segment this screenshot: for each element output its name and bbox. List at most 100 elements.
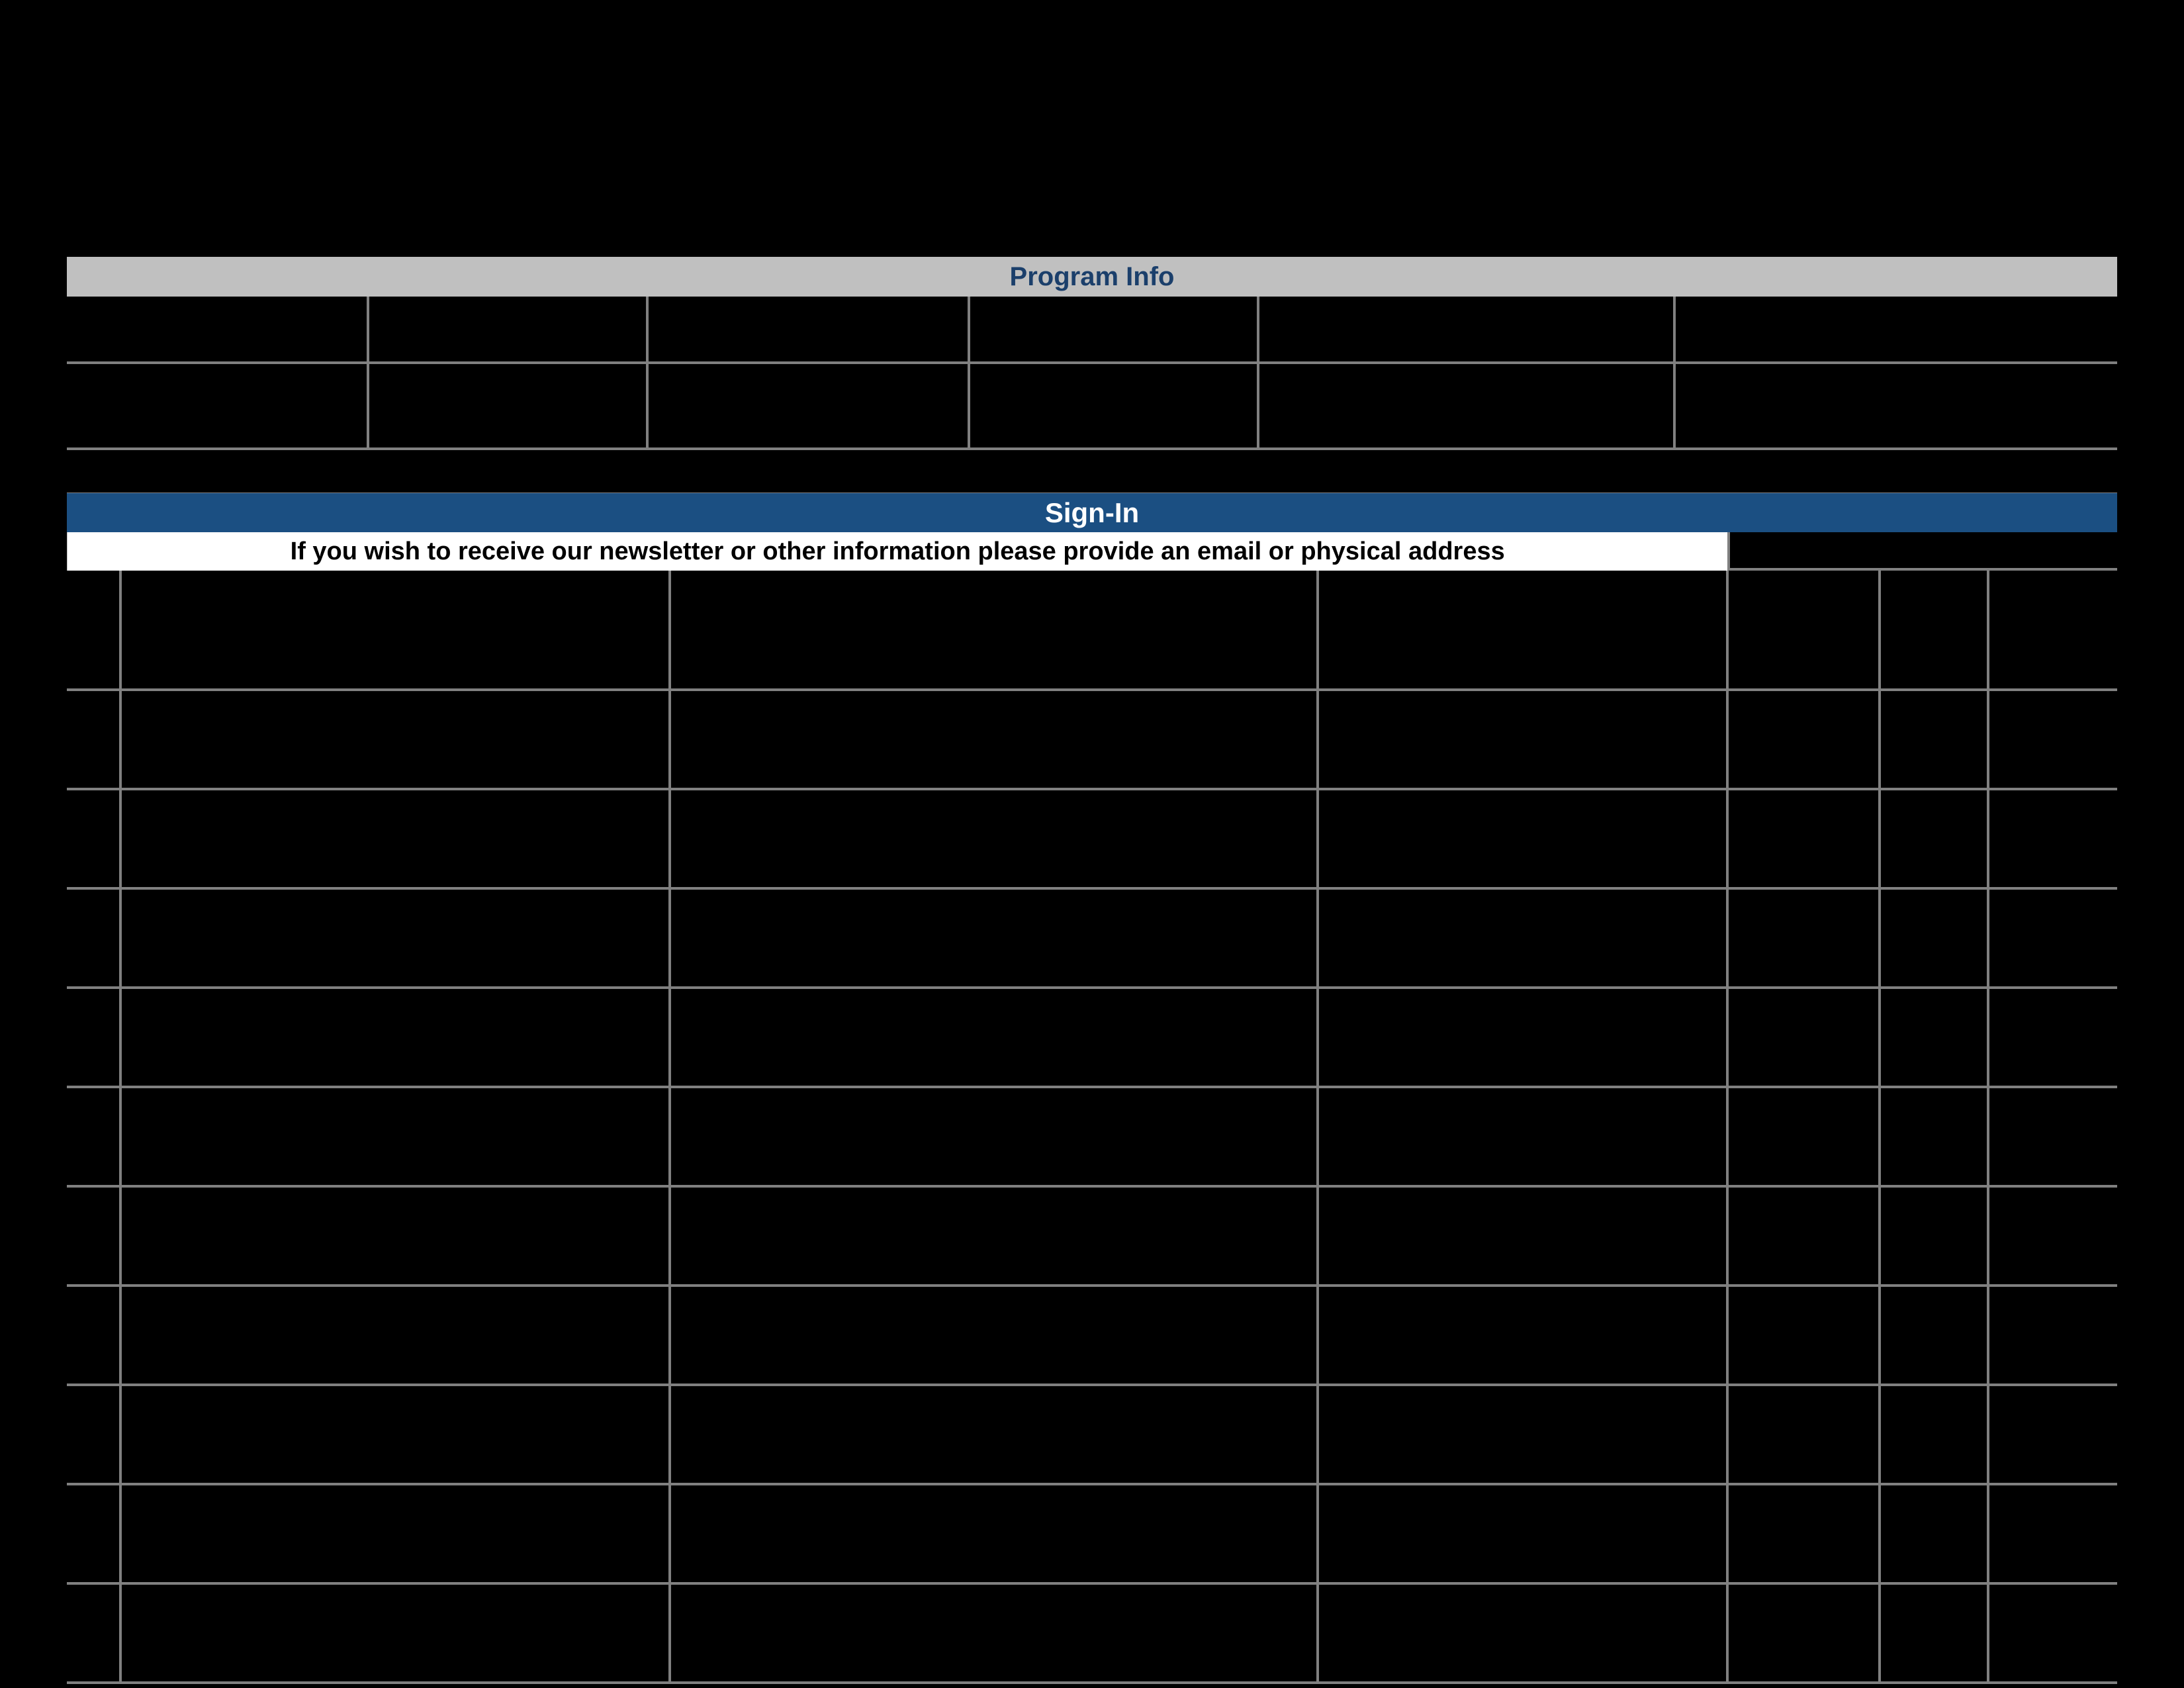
sign-in-cell[interactable] [670, 888, 1318, 988]
sign-in-cell[interactable] [670, 1385, 1318, 1484]
sign-in-cell[interactable] [120, 789, 670, 888]
sign-in-cell[interactable] [670, 690, 1318, 789]
sign-in-cell[interactable] [1727, 1286, 1879, 1385]
newsletter-note-text: If you wish to receive our newsletter or… [291, 538, 1505, 566]
sign-in-cell[interactable] [1727, 888, 1879, 988]
sign-in-cell[interactable] [1318, 888, 1728, 988]
sign-in-cell[interactable] [1880, 1087, 1988, 1186]
sign-in-cell[interactable] [1880, 988, 1988, 1087]
sign-in-cell[interactable] [1880, 1583, 1988, 1683]
newsletter-note: If you wish to receive our newsletter or… [67, 532, 1727, 571]
sign-in-cell[interactable] [120, 1484, 670, 1583]
sign-in-cell[interactable] [1988, 1087, 2117, 1186]
sign-in-row [67, 888, 2117, 988]
sign-in-cell[interactable] [670, 1087, 1318, 1186]
sign-in-cell[interactable] [1318, 1186, 1728, 1286]
sign-in-cell[interactable] [120, 988, 670, 1087]
sign-in-cell[interactable] [1988, 571, 2117, 690]
program-info-cell[interactable] [969, 363, 1258, 449]
sign-in-cell[interactable] [670, 571, 1318, 690]
sign-in-cell[interactable] [120, 888, 670, 988]
sign-in-cell[interactable] [67, 1484, 120, 1583]
sign-in-cell[interactable] [670, 1286, 1318, 1385]
sign-in-cell[interactable] [1880, 571, 1988, 690]
sign-in-cell[interactable] [120, 571, 670, 690]
program-info-row [67, 297, 2117, 363]
sign-in-cell[interactable] [1318, 789, 1728, 888]
sign-in-row [67, 1186, 2117, 1286]
sign-in-cell[interactable] [67, 690, 120, 789]
sign-in-cell[interactable] [120, 1583, 670, 1683]
sign-in-cell[interactable] [1988, 1583, 2117, 1683]
sign-in-row [67, 571, 2117, 690]
sign-in-cell[interactable] [1880, 789, 1988, 888]
sign-in-cell[interactable] [120, 1286, 670, 1385]
sign-in-cell[interactable] [120, 1186, 670, 1286]
sign-in-cell[interactable] [67, 1385, 120, 1484]
sign-in-cell[interactable] [67, 571, 120, 690]
program-info-cell[interactable] [368, 297, 647, 363]
sign-in-cell[interactable] [670, 1186, 1318, 1286]
sign-in-cell[interactable] [1318, 571, 1728, 690]
sign-in-cell[interactable] [1318, 988, 1728, 1087]
sign-in-row [67, 690, 2117, 789]
program-info-cell[interactable] [67, 297, 368, 363]
sign-in-cell[interactable] [67, 789, 120, 888]
sign-in-cell[interactable] [1727, 1484, 1879, 1583]
sign-in-cell[interactable] [1988, 1385, 2117, 1484]
sign-in-cell[interactable] [120, 690, 670, 789]
sign-in-cell[interactable] [1318, 690, 1728, 789]
sign-in-cell[interactable] [1727, 789, 1879, 888]
sign-in-cell[interactable] [1318, 1484, 1728, 1583]
sign-in-cell[interactable] [67, 888, 120, 988]
program-info-header-label: Program Info [1010, 262, 1175, 292]
sign-in-cell[interactable] [1988, 988, 2117, 1087]
sign-in-cell[interactable] [1727, 1087, 1879, 1186]
program-info-table [67, 297, 2117, 450]
sign-in-cell[interactable] [1727, 1186, 1879, 1286]
sign-in-cell[interactable] [1880, 690, 1988, 789]
program-info-cell[interactable] [969, 297, 1258, 363]
sign-in-cell[interactable] [1318, 1286, 1728, 1385]
program-info-cell[interactable] [67, 363, 368, 449]
sign-in-cell[interactable] [670, 1583, 1318, 1683]
sign-in-cell[interactable] [1988, 690, 2117, 789]
program-info-cell[interactable] [1674, 363, 2117, 449]
sign-in-cell[interactable] [67, 1286, 120, 1385]
sign-in-cell[interactable] [67, 1583, 120, 1683]
program-info-cell[interactable] [1258, 297, 1674, 363]
sign-in-cell[interactable] [67, 988, 120, 1087]
sign-in-cell[interactable] [67, 1186, 120, 1286]
sign-in-cell[interactable] [1318, 1087, 1728, 1186]
sign-in-cell[interactable] [1318, 1385, 1728, 1484]
sign-in-cell[interactable] [670, 988, 1318, 1087]
sign-in-cell[interactable] [1988, 888, 2117, 988]
sign-in-cell[interactable] [1988, 789, 2117, 888]
sign-in-cell[interactable] [67, 1087, 120, 1186]
sign-in-cell[interactable] [120, 1385, 670, 1484]
sign-in-cell[interactable] [1988, 1484, 2117, 1583]
program-info-cell[interactable] [1258, 363, 1674, 449]
sign-in-cell[interactable] [1727, 988, 1879, 1087]
sign-in-cell[interactable] [1727, 1583, 1879, 1683]
sign-in-cell[interactable] [670, 1484, 1318, 1583]
program-info-cell[interactable] [368, 363, 647, 449]
sign-in-cell[interactable] [1988, 1286, 2117, 1385]
sign-in-row [67, 988, 2117, 1087]
sign-in-cell[interactable] [1880, 1484, 1988, 1583]
sign-in-cell[interactable] [1880, 888, 1988, 988]
sign-in-cell[interactable] [120, 1087, 670, 1186]
sign-in-cell[interactable] [670, 789, 1318, 888]
sign-in-cell[interactable] [1880, 1286, 1988, 1385]
sign-in-cell[interactable] [1727, 571, 1879, 690]
sign-in-row [67, 1087, 2117, 1186]
sign-in-cell[interactable] [1318, 1583, 1728, 1683]
sign-in-cell[interactable] [1727, 690, 1879, 789]
program-info-cell[interactable] [647, 363, 969, 449]
sign-in-cell[interactable] [1727, 1385, 1879, 1484]
sign-in-cell[interactable] [1880, 1186, 1988, 1286]
program-info-cell[interactable] [647, 297, 969, 363]
program-info-cell[interactable] [1674, 297, 2117, 363]
sign-in-cell[interactable] [1988, 1186, 2117, 1286]
sign-in-cell[interactable] [1880, 1385, 1988, 1484]
